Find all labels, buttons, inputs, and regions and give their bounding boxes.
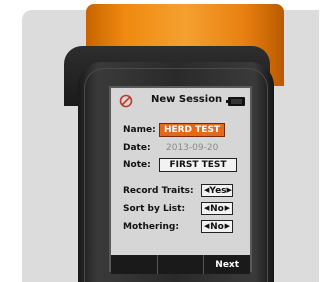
device-screen: New Session Name: HERD TEST Date: 2013-0…: [109, 86, 252, 274]
battery-icon: [226, 97, 245, 106]
note-field[interactable]: FIRST TEST: [159, 158, 237, 172]
next-button[interactable]: Next: [204, 255, 250, 274]
mothering-toggle[interactable]: ◀ No ▶: [201, 220, 233, 233]
record-traits-toggle[interactable]: ◀ Yes ▶: [201, 184, 233, 197]
record-traits-value: Yes: [209, 185, 227, 196]
soft-key-left[interactable]: [111, 255, 158, 274]
right-arrow-icon: ▶: [226, 186, 232, 194]
mothering-value: No: [210, 221, 224, 232]
right-arrow-icon: ▶: [224, 222, 230, 230]
left-arrow-icon: ◀: [204, 222, 210, 230]
date-value: 2013-09-20: [166, 143, 219, 153]
soft-key-bar: Next: [111, 255, 250, 274]
right-arrow-icon: ▶: [224, 204, 230, 212]
sort-by-list-toggle[interactable]: ◀ No ▶: [201, 202, 233, 215]
page-title: New Session: [151, 94, 223, 105]
record-traits-label: Record Traits:: [123, 186, 194, 196]
sort-by-list-value: No: [210, 203, 224, 214]
no-entry-icon: [119, 94, 133, 108]
name-field[interactable]: HERD TEST: [159, 123, 225, 137]
date-label: Date:: [123, 143, 151, 153]
soft-key-middle[interactable]: [158, 255, 205, 274]
title-bar: New Session: [111, 88, 250, 114]
left-arrow-icon: ◀: [204, 204, 210, 212]
mothering-label: Mothering:: [123, 222, 179, 232]
note-label: Note:: [123, 160, 151, 170]
sort-by-list-label: Sort by List:: [123, 204, 186, 214]
name-label: Name:: [123, 125, 156, 135]
